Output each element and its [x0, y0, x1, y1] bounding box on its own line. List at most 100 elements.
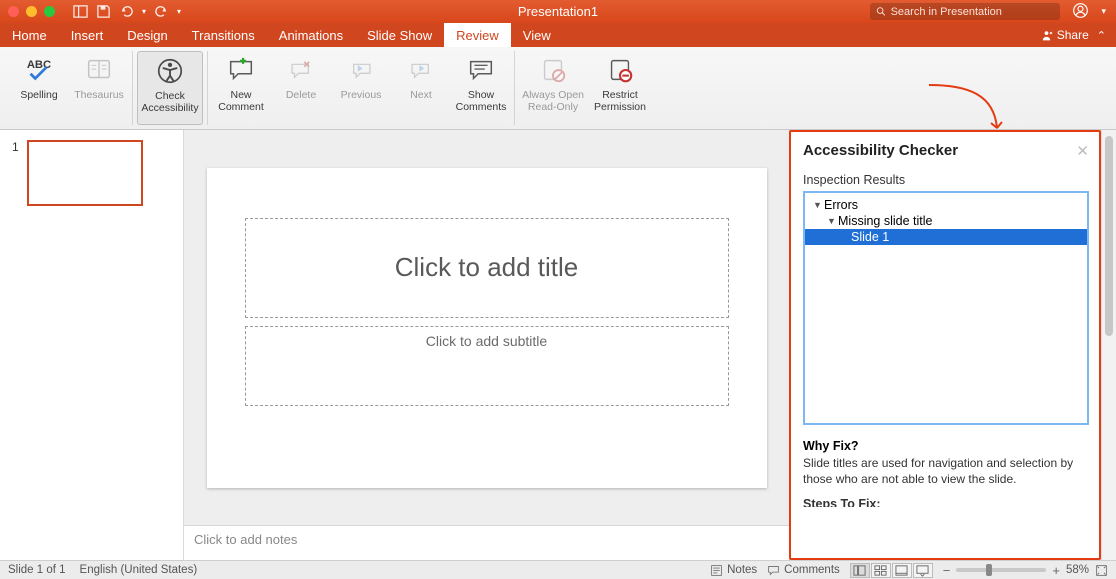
tree-node-errors-label: Errors [824, 198, 858, 212]
tree-node-errors[interactable]: ▼ Errors [805, 197, 1087, 213]
steps-to-fix-heading: Steps To Fix: [803, 497, 1089, 507]
status-comments-button[interactable]: Comments [767, 564, 840, 577]
thesaurus-label: Thesaurus [74, 89, 124, 101]
ribbon-group-proofing: ABC Spelling Thesaurus [6, 51, 133, 125]
inspection-results-label: Inspection Results [803, 173, 1089, 187]
show-comments-label: Show Comments [456, 89, 507, 113]
view-reading-button[interactable] [892, 563, 912, 578]
always-open-read-only-label: Always Open Read-Only [522, 89, 584, 113]
previous-comment-label: Previous [341, 89, 382, 101]
slide-canvas[interactable]: Click to add title Click to add subtitle [184, 130, 789, 525]
status-notes-button[interactable]: Notes [710, 564, 757, 577]
next-comment-button[interactable]: Next [392, 51, 450, 125]
ribbon-group-accessibility: Check Accessibility [133, 51, 208, 125]
new-comment-button[interactable]: New Comment [212, 51, 270, 125]
tab-home[interactable]: Home [0, 23, 59, 47]
check-accessibility-button[interactable]: Check Accessibility [137, 51, 203, 125]
restrict-permission-label: Restrict Permission [594, 89, 646, 113]
redo-icon[interactable] [154, 4, 169, 19]
why-fix-body: Slide titles are used for navigation and… [803, 455, 1089, 487]
search-input[interactable] [891, 6, 1055, 18]
show-comments-button[interactable]: Show Comments [452, 51, 510, 125]
zoom-slider-thumb[interactable] [986, 564, 992, 576]
tree-node-slide-1-label: Slide 1 [851, 230, 889, 244]
delete-comment-label: Delete [286, 89, 316, 101]
tab-animations[interactable]: Animations [267, 23, 355, 47]
status-bar: Slide 1 of 1 English (United States) Not… [0, 560, 1116, 579]
subtitle-placeholder[interactable]: Click to add subtitle [245, 326, 729, 406]
check-accessibility-label: Check Accessibility [141, 90, 198, 114]
fit-to-window-icon[interactable] [1095, 564, 1108, 577]
accessibility-pane-close-icon[interactable]: ✕ [1076, 142, 1089, 160]
window-zoom-icon[interactable] [44, 6, 55, 17]
zoom-slider[interactable] [956, 568, 1046, 572]
why-fix-section: Why Fix? Slide titles are used for navig… [803, 439, 1089, 487]
undo-dropdown-icon[interactable]: ▾ [142, 7, 146, 16]
window-minimize-icon[interactable] [26, 6, 37, 17]
tab-design[interactable]: Design [115, 23, 179, 47]
thesaurus-button[interactable]: Thesaurus [70, 51, 128, 125]
status-notes-label: Notes [727, 564, 757, 576]
share-button[interactable]: Share [1040, 28, 1089, 42]
tab-transitions[interactable]: Transitions [180, 23, 267, 47]
comments-icon [767, 564, 780, 577]
zoom-percent[interactable]: 58% [1066, 564, 1089, 576]
vertical-scrollbar[interactable] [1101, 130, 1116, 560]
slide-thumbnail-panel[interactable]: 1 [0, 130, 184, 560]
spelling-button[interactable]: ABC Spelling [10, 51, 68, 125]
accessibility-pane-title: Accessibility Checker [803, 142, 1089, 159]
svg-text:ABC: ABC [27, 59, 51, 71]
tree-node-slide-1[interactable]: Slide 1 [805, 229, 1087, 245]
save-icon[interactable] [96, 4, 111, 19]
zoom-in-button[interactable]: + [1052, 563, 1060, 578]
slide-thumbnail-1[interactable]: 1 [12, 140, 171, 206]
status-language[interactable]: English (United States) [80, 564, 198, 576]
tab-review[interactable]: Review [444, 23, 511, 47]
tree-node-missing-title[interactable]: ▼ Missing slide title [805, 213, 1087, 229]
delete-comment-button[interactable]: Delete [272, 51, 330, 125]
inspection-results-tree[interactable]: ▼ Errors ▼ Missing slide title Slide 1 [803, 191, 1089, 425]
restrict-permission-button[interactable]: Restrict Permission [589, 51, 651, 125]
disclosure-triangle-icon[interactable]: ▼ [827, 216, 836, 226]
tab-insert[interactable]: Insert [59, 23, 116, 47]
view-normal-button[interactable] [850, 563, 870, 578]
search-icon [876, 6, 886, 17]
previous-comment-button[interactable]: Previous [332, 51, 390, 125]
subtitle-placeholder-text: Click to add subtitle [426, 333, 547, 349]
qat-dropdown-icon[interactable]: ▾ [177, 7, 181, 16]
status-slide-count: Slide 1 of 1 [8, 564, 66, 576]
share-label: Share [1057, 28, 1089, 42]
tab-view[interactable]: View [511, 23, 563, 47]
notes-pane[interactable]: Click to add notes [184, 525, 789, 560]
ribbon-collapse-icon[interactable]: ⌃ [1097, 29, 1106, 42]
always-open-read-only-button[interactable]: Always Open Read-Only [519, 51, 587, 125]
title-bar: ▾ ▾ Presentation1 ▾ [0, 0, 1116, 23]
notes-placeholder-text: Click to add notes [194, 532, 297, 547]
slide[interactable]: Click to add title Click to add subtitle [207, 168, 767, 488]
view-sorter-button[interactable] [871, 563, 891, 578]
why-fix-heading: Why Fix? [803, 439, 1089, 453]
slide-thumbnail-image[interactable] [27, 140, 143, 206]
window-controls [8, 6, 55, 17]
slide-thumbnail-number: 1 [12, 140, 19, 206]
undo-icon[interactable] [119, 4, 134, 19]
notes-icon [710, 564, 723, 577]
disclosure-triangle-icon[interactable]: ▼ [813, 200, 822, 210]
next-comment-label: Next [410, 89, 432, 101]
view-slideshow-button[interactable] [913, 563, 933, 578]
title-placeholder-text: Click to add title [395, 252, 579, 283]
view-switcher [850, 563, 933, 578]
title-placeholder[interactable]: Click to add title [245, 218, 729, 318]
share-icon [1040, 29, 1053, 42]
workspace: 1 Click to add title Click to add subtit… [0, 130, 1116, 560]
account-icon[interactable] [1072, 2, 1089, 22]
slide-edit-area: Click to add title Click to add subtitle… [184, 130, 789, 560]
scrollbar-thumb[interactable] [1105, 136, 1113, 336]
window-close-icon[interactable] [8, 6, 19, 17]
zoom-out-button[interactable]: − [943, 563, 951, 578]
window-layout-icon[interactable] [73, 4, 88, 19]
account-dropdown-icon[interactable]: ▾ [1101, 6, 1106, 17]
ribbon: ABC Spelling Thesaurus Check Accessibili… [0, 47, 1116, 130]
tab-slide-show[interactable]: Slide Show [355, 23, 444, 47]
search-box[interactable] [870, 3, 1060, 20]
